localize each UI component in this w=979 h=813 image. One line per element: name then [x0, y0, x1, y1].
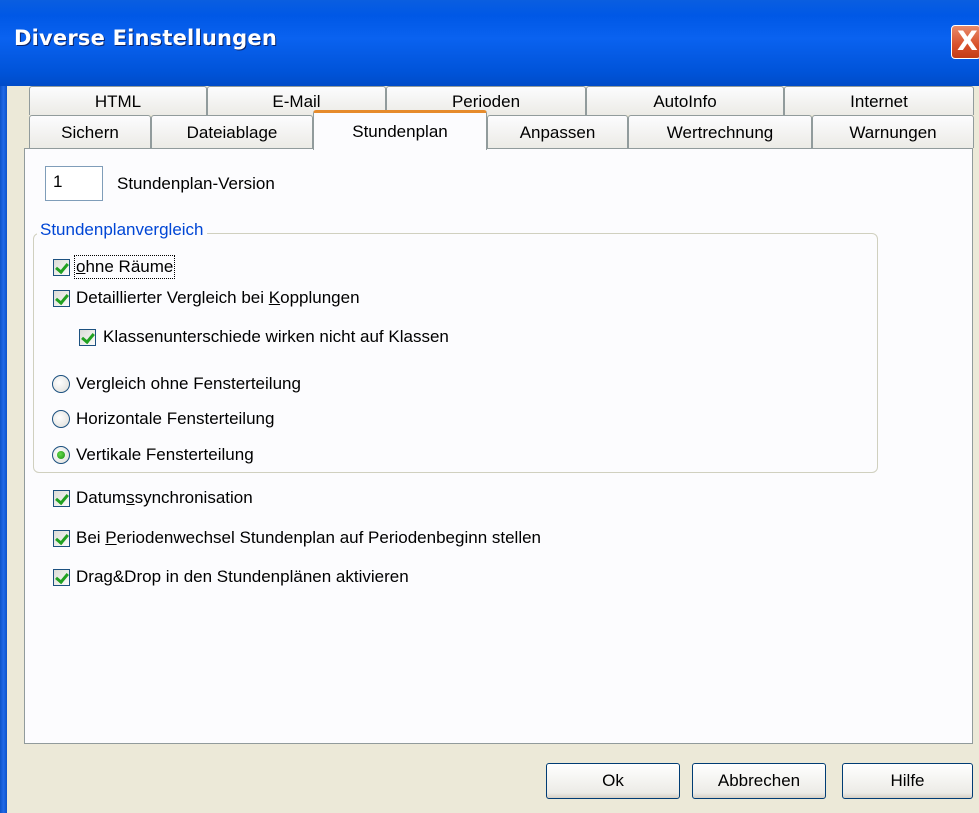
- tab-dateiablage[interactable]: Dateiablage: [151, 115, 313, 148]
- detail-vergleich-label[interactable]: Detaillierter Vergleich bei Kopplungen: [76, 288, 360, 308]
- tab-label: E-Mail: [272, 92, 321, 111]
- tab-label: Wertrechnung: [666, 123, 774, 142]
- detail-vergleich-checkbox[interactable]: [53, 290, 70, 307]
- version-input[interactable]: 1: [45, 166, 103, 201]
- tab-anpassen[interactable]: Anpassen: [487, 115, 628, 148]
- ohne-raeume-checkbox[interactable]: [53, 259, 70, 276]
- tab-label: Internet: [850, 92, 908, 111]
- ok-button[interactable]: Ok: [546, 763, 680, 799]
- close-button[interactable]: X: [951, 25, 979, 59]
- cancel-button[interactable]: Abbrechen: [692, 763, 826, 799]
- radio-horizontale-fensterteilung-label[interactable]: Horizontale Fensterteilung: [76, 409, 274, 429]
- window-frame-left: [0, 86, 7, 813]
- dragdrop-checkbox[interactable]: [53, 569, 70, 586]
- tab-html[interactable]: HTML: [29, 86, 207, 115]
- datumssynchronisation-label[interactable]: Datumssynchronisation: [76, 488, 253, 508]
- tab-label: Anpassen: [519, 123, 596, 142]
- tab-label: Stundenplan: [352, 122, 448, 141]
- tab-label: HTML: [94, 92, 142, 111]
- close-icon: X: [957, 26, 978, 57]
- periodenwechsel-label[interactable]: Bei Periodenwechsel Stundenplan auf Peri…: [76, 528, 541, 548]
- radio-ohne-fensterteilung[interactable]: [52, 375, 70, 393]
- radio-vertikale-fensterteilung[interactable]: [52, 446, 70, 464]
- radio-vertikale-fensterteilung-label[interactable]: Vertikale Fensterteilung: [76, 445, 254, 465]
- tab-label: Warnungen: [849, 123, 937, 142]
- help-button[interactable]: Hilfe: [842, 763, 973, 799]
- tab-autoinfo[interactable]: AutoInfo: [586, 86, 784, 115]
- radio-horizontale-fensterteilung[interactable]: [52, 410, 70, 428]
- radio-ohne-fensterteilung-label[interactable]: Vergleich ohne Fensterteilung: [76, 374, 301, 394]
- tab-sichern[interactable]: Sichern: [29, 115, 151, 148]
- tab-wertrechnung[interactable]: Wertrechnung: [628, 115, 812, 148]
- klassenunterschiede-checkbox[interactable]: [79, 329, 96, 346]
- window-title: Diverse Einstellungen: [14, 26, 277, 50]
- datumssynchronisation-checkbox[interactable]: [53, 490, 70, 507]
- ohne-raeume-label[interactable]: ohne Räume: [73, 255, 176, 279]
- dragdrop-label[interactable]: Drag&Drop in den Stundenplänen aktiviere…: [76, 567, 409, 587]
- periodenwechsel-checkbox[interactable]: [53, 530, 70, 547]
- comparison-legend: Stundenplanvergleich: [37, 220, 207, 240]
- klassenunterschiede-label[interactable]: Klassenunterschiede wirken nicht auf Kla…: [103, 327, 449, 347]
- tab-label: Dateiablage: [186, 123, 278, 142]
- tab-internet[interactable]: Internet: [784, 86, 974, 115]
- tab-warnungen[interactable]: Warnungen: [812, 115, 974, 148]
- tab-label: Perioden: [451, 92, 521, 111]
- tab-label: Sichern: [61, 123, 119, 142]
- title-bar[interactable]: Diverse Einstellungen: [0, 0, 979, 86]
- tab-label: AutoInfo: [653, 92, 717, 111]
- tab-stundenplan[interactable]: Stundenplan: [313, 110, 487, 150]
- version-label: Stundenplan-Version: [117, 174, 275, 193]
